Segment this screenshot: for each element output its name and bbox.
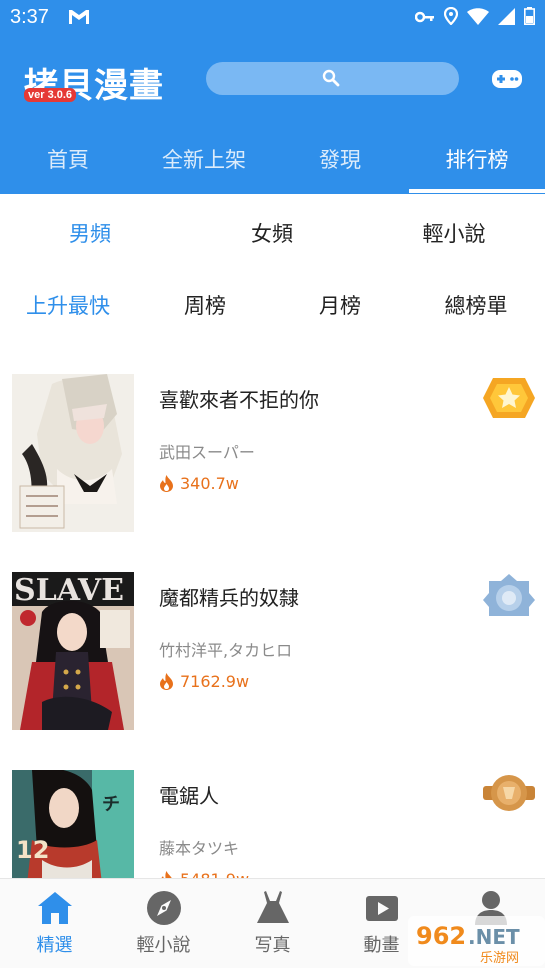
gamepad-icon[interactable] <box>491 69 523 89</box>
period-rising[interactable]: 上升最快 <box>8 290 128 320</box>
svg-text:乐游网: 乐游网 <box>480 951 519 966</box>
wifi-icon <box>467 7 489 29</box>
gold-medal-icon <box>483 378 535 418</box>
popularity: 340.7w <box>159 474 239 493</box>
ranking-item[interactable]: SLAVE 魔都精兵的奴隸 竹村洋平,タカヒロ 7162.9w <box>0 562 545 742</box>
category-light-novel[interactable]: 輕小說 <box>394 218 514 248</box>
nav-photo[interactable]: 写真 <box>218 879 327 968</box>
top-tab-bar: 首頁 全新上架 發現 排行榜 <box>0 136 545 194</box>
nav-label: 精選 <box>36 935 73 956</box>
battery-icon <box>524 7 535 29</box>
fire-icon <box>160 673 173 690</box>
nav-label: 輕小說 <box>136 935 191 956</box>
comic-author: 藤本タツキ <box>159 839 240 858</box>
popularity: 7162.9w <box>159 672 249 691</box>
comic-title[interactable]: 喜歡來者不拒的你 <box>159 384 319 413</box>
home-icon <box>38 892 72 924</box>
comic-title[interactable]: 電鋸人 <box>159 780 219 809</box>
svg-text:チ: チ <box>102 794 120 815</box>
svg-text:12: 12 <box>16 836 49 864</box>
category-female[interactable]: 女頻 <box>222 218 322 248</box>
vpn-key-icon <box>414 9 435 28</box>
comic-author: 竹村洋平,タカヒロ <box>159 641 293 660</box>
fire-icon <box>160 475 173 492</box>
tab-indicator <box>409 189 545 193</box>
comic-cover-image[interactable]: SLAVE <box>12 572 134 730</box>
bronze-medal-icon <box>483 775 535 811</box>
watermark-logo: 962 .NET 乐游网 <box>408 916 545 966</box>
compass-icon <box>147 891 181 925</box>
period-all-time[interactable]: 總榜單 <box>416 290 536 320</box>
status-icons <box>414 6 535 29</box>
silver-medal-icon <box>483 574 535 616</box>
tab-discover[interactable]: 發現 <box>272 144 408 174</box>
app-header: 拷貝漫畫 ver 3.0.6 首頁 全新上架 發現 排行榜 <box>0 36 545 194</box>
tab-home[interactable]: 首頁 <box>0 144 136 174</box>
status-bar: 3:37 <box>0 0 545 36</box>
svg-text:962: 962 <box>416 922 466 950</box>
gmail-icon <box>69 10 89 24</box>
play-icon <box>366 896 398 921</box>
ranking-item[interactable]: 喜歡來者不拒的你 武田スーパー 340.7w <box>0 364 545 544</box>
comic-cover-image[interactable] <box>12 374 134 532</box>
comic-author: 武田スーパー <box>159 443 255 462</box>
location-icon <box>443 6 459 29</box>
status-time: 3:37 <box>10 6 49 28</box>
nav-light-novel[interactable]: 輕小說 <box>109 879 218 968</box>
period-monthly[interactable]: 月榜 <box>290 290 390 320</box>
nav-label: 写真 <box>254 935 291 956</box>
period-weekly[interactable]: 周榜 <box>155 290 255 320</box>
nav-featured[interactable]: 精選 <box>0 879 109 968</box>
category-male[interactable]: 男頻 <box>40 218 140 248</box>
svg-text:.NET: .NET <box>468 925 520 949</box>
comic-title[interactable]: 魔都精兵的奴隸 <box>159 582 299 611</box>
dress-icon <box>257 891 289 923</box>
search-icon <box>322 69 340 87</box>
version-badge: ver 3.0.6 <box>24 88 77 102</box>
search-bar[interactable] <box>206 62 459 95</box>
popularity-value: 7162.9w <box>180 672 250 691</box>
signal-icon <box>498 7 515 29</box>
tab-rankings[interactable]: 排行榜 <box>409 144 545 174</box>
tab-new-releases[interactable]: 全新上架 <box>136 144 272 174</box>
popularity-value: 340.7w <box>180 474 239 493</box>
